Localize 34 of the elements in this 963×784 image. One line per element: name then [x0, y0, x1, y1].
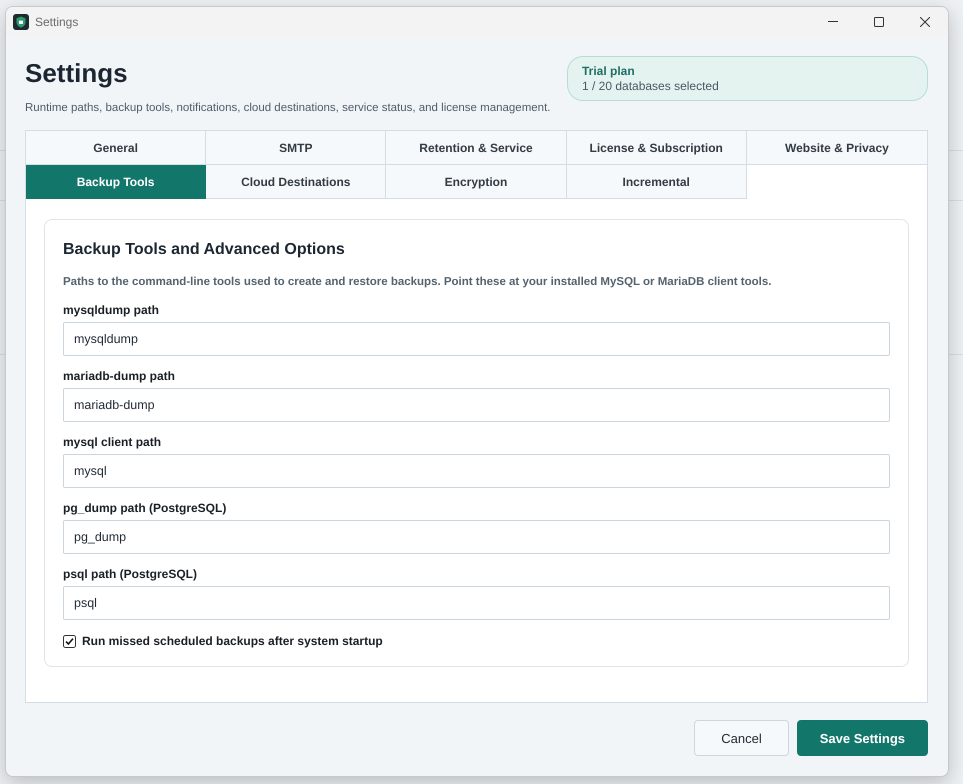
plan-detail: 1 / 20 databases selected	[582, 79, 719, 94]
text-field[interactable]: mysqldump	[63, 322, 890, 356]
save-button[interactable]: Save Settings	[796, 720, 928, 756]
tab[interactable]: SMTP	[206, 131, 386, 165]
minimize-icon	[828, 21, 838, 22]
text-field[interactable]: mariadb-dump	[63, 388, 890, 422]
text-field[interactable]: mysql	[63, 454, 890, 488]
shield-icon	[13, 14, 29, 30]
text-field[interactable]: pg_dump	[63, 520, 890, 554]
field-label: mysqldump path	[63, 303, 160, 317]
page-title: Settings	[25, 58, 128, 88]
tab[interactable]: Cloud Destinations	[206, 165, 386, 199]
plan-title: Trial plan	[582, 64, 635, 79]
close-icon	[920, 16, 930, 26]
tab[interactable]: Backup Tools	[26, 165, 206, 199]
text-field[interactable]: psql	[63, 586, 890, 620]
page-subtitle: Runtime paths, backup tools, notifications, cloud destinations, service status, and license management.	[25, 101, 550, 115]
checkbox-label: Run missed scheduled backups after system startup	[82, 634, 383, 648]
tab[interactable]: General	[26, 131, 206, 165]
checkbox[interactable]	[63, 634, 76, 648]
tab[interactable]: Website & Privacy	[746, 131, 927, 165]
window-title: Settings	[35, 14, 80, 30]
field-label: mysql client path	[63, 435, 162, 449]
tab[interactable]: License & Subscription	[566, 131, 747, 165]
tab[interactable]: Encryption	[386, 165, 567, 199]
tab[interactable]: Retention & Service	[386, 131, 567, 165]
field-label: psql path (PostgreSQL)	[63, 567, 198, 581]
cancel-button[interactable]: Cancel	[694, 720, 789, 756]
tab[interactable]: Incremental	[566, 165, 747, 199]
maximize-icon	[874, 16, 884, 26]
field-label: pg_dump path (PostgreSQL)	[63, 501, 226, 515]
field-label: mariadb-dump path	[63, 369, 176, 383]
section-title: Backup Tools and Advanced Options	[63, 240, 345, 260]
section-description: Paths to the command-line tools used to create and restore backups. Point these at your installed MySQL or MariaDB client tools.	[63, 275, 772, 289]
